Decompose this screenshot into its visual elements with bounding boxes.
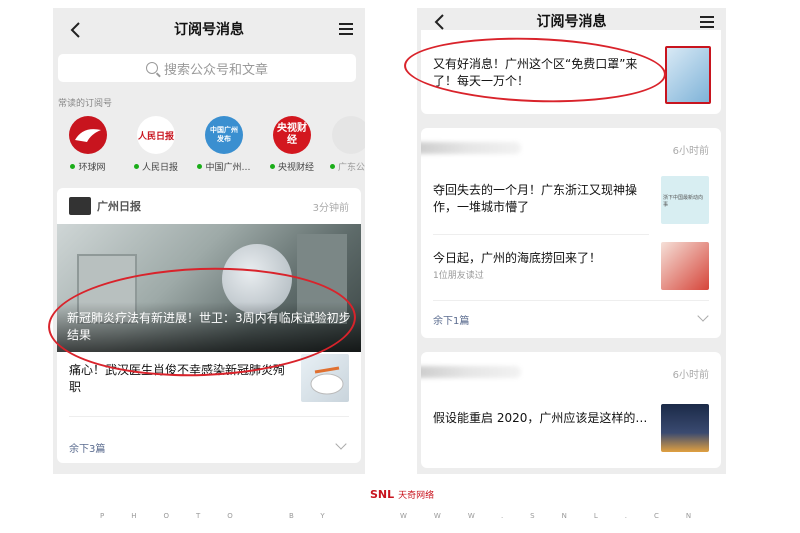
- source-name: 广州日报: [97, 200, 141, 213]
- source-header[interactable]: 广州日报 3分钟前: [57, 188, 361, 224]
- blurred-source: [421, 142, 521, 154]
- search-input[interactable]: 搜索公众号和文章: [58, 54, 356, 82]
- back-arrow-icon[interactable]: [67, 21, 85, 39]
- online-dot: [269, 164, 275, 169]
- cctv-finance-logo: 央视财经: [273, 116, 311, 154]
- guangzhou-fabu-logo: 中国广州发布: [205, 116, 243, 154]
- chevron-down-icon[interactable]: [335, 438, 347, 450]
- page-title: 订阅号消息: [174, 22, 244, 38]
- online-dot: [197, 164, 203, 169]
- frequent-accounts: 环球网 人民日报 人民日报 中国广州发布 中国广州… 央视财经 央视财经 广东公: [58, 116, 365, 176]
- blurred-source: [421, 366, 521, 378]
- account-guangzhou-fabu[interactable]: 中国广州发布 中国广州…: [194, 116, 254, 173]
- online-dot: [330, 164, 335, 169]
- more-articles-link[interactable]: 余下1篇: [433, 312, 469, 327]
- account-renminribao[interactable]: 人民日报 人民日报: [126, 116, 186, 173]
- article-item[interactable]: 假设能重启 2020，广州应该是这样的…: [433, 410, 653, 427]
- subscription-card: 6小时前 假设能重启 2020，广州应该是这样的…: [421, 352, 721, 468]
- back-arrow-icon[interactable]: [431, 13, 449, 31]
- footer-website: WWW.SNL.CN: [400, 512, 719, 520]
- online-dot: [133, 164, 139, 169]
- page-title: 订阅号消息: [536, 14, 607, 30]
- read-count: 1位朋友读过: [433, 271, 484, 281]
- article-item[interactable]: 今日起，广州的海底捞回来了！: [433, 250, 653, 267]
- menu-icon[interactable]: [700, 16, 714, 28]
- menu-icon[interactable]: [339, 23, 353, 35]
- left-phone-screen: 订阅号消息 搜索公众号和文章 常读的订阅号 环球网 人民日报 人民日报 中国广州…: [53, 8, 365, 474]
- article-item[interactable]: 夺回失去的一个月！广东浙江又现神操作，一堆城市懵了: [433, 182, 653, 216]
- guangzhou-daily-logo: [69, 197, 91, 215]
- divider: [433, 234, 649, 235]
- divider: [433, 300, 709, 301]
- source-time: 6小时前: [672, 370, 709, 381]
- subscription-card: 6小时前 夺回失去的一个月！广东浙江又现神操作，一堆城市懵了 浙下中国最新动向事…: [421, 128, 721, 338]
- huanqiu-logo: [69, 116, 107, 154]
- guangdong-logo: [332, 116, 365, 154]
- search-icon: [145, 62, 158, 74]
- more-articles-link[interactable]: 余下3篇: [69, 440, 105, 455]
- source-time: 6小时前: [672, 146, 709, 157]
- mask-box-thumbnail: [665, 46, 711, 104]
- hotpot-thumbnail: [661, 242, 709, 290]
- account-name: 人民日报: [141, 163, 178, 173]
- online-dot: [70, 164, 76, 169]
- account-name: 央视财经: [277, 163, 314, 173]
- article-thumbnail: 浙下中国最新动向事: [661, 176, 709, 224]
- search-placeholder: 搜索公众号和文章: [163, 62, 268, 78]
- source-time: 3分钟前: [312, 202, 349, 214]
- brand-text: SNL: [370, 488, 395, 501]
- account-name: 广东公: [338, 163, 365, 173]
- city-night-thumbnail: [661, 404, 709, 452]
- divider: [69, 416, 349, 417]
- mask-thumbnail: [301, 354, 349, 402]
- renminribao-logo: 人民日报: [137, 116, 175, 154]
- account-cctv-finance[interactable]: 央视财经 央视财经: [262, 116, 322, 173]
- account-name: 环球网: [78, 163, 106, 173]
- brand-sub-text: 天奇网络: [398, 491, 435, 501]
- frequent-label: 常读的订阅号: [58, 99, 113, 109]
- account-guangdong[interactable]: 广东公: [330, 116, 365, 173]
- title-bar: 订阅号消息: [53, 8, 365, 52]
- watermark-brand: SNL 天奇网络: [370, 488, 434, 501]
- account-name: 中国广州…: [205, 163, 251, 173]
- account-huanqiu[interactable]: 环球网: [58, 116, 118, 173]
- chevron-down-icon[interactable]: [697, 310, 709, 322]
